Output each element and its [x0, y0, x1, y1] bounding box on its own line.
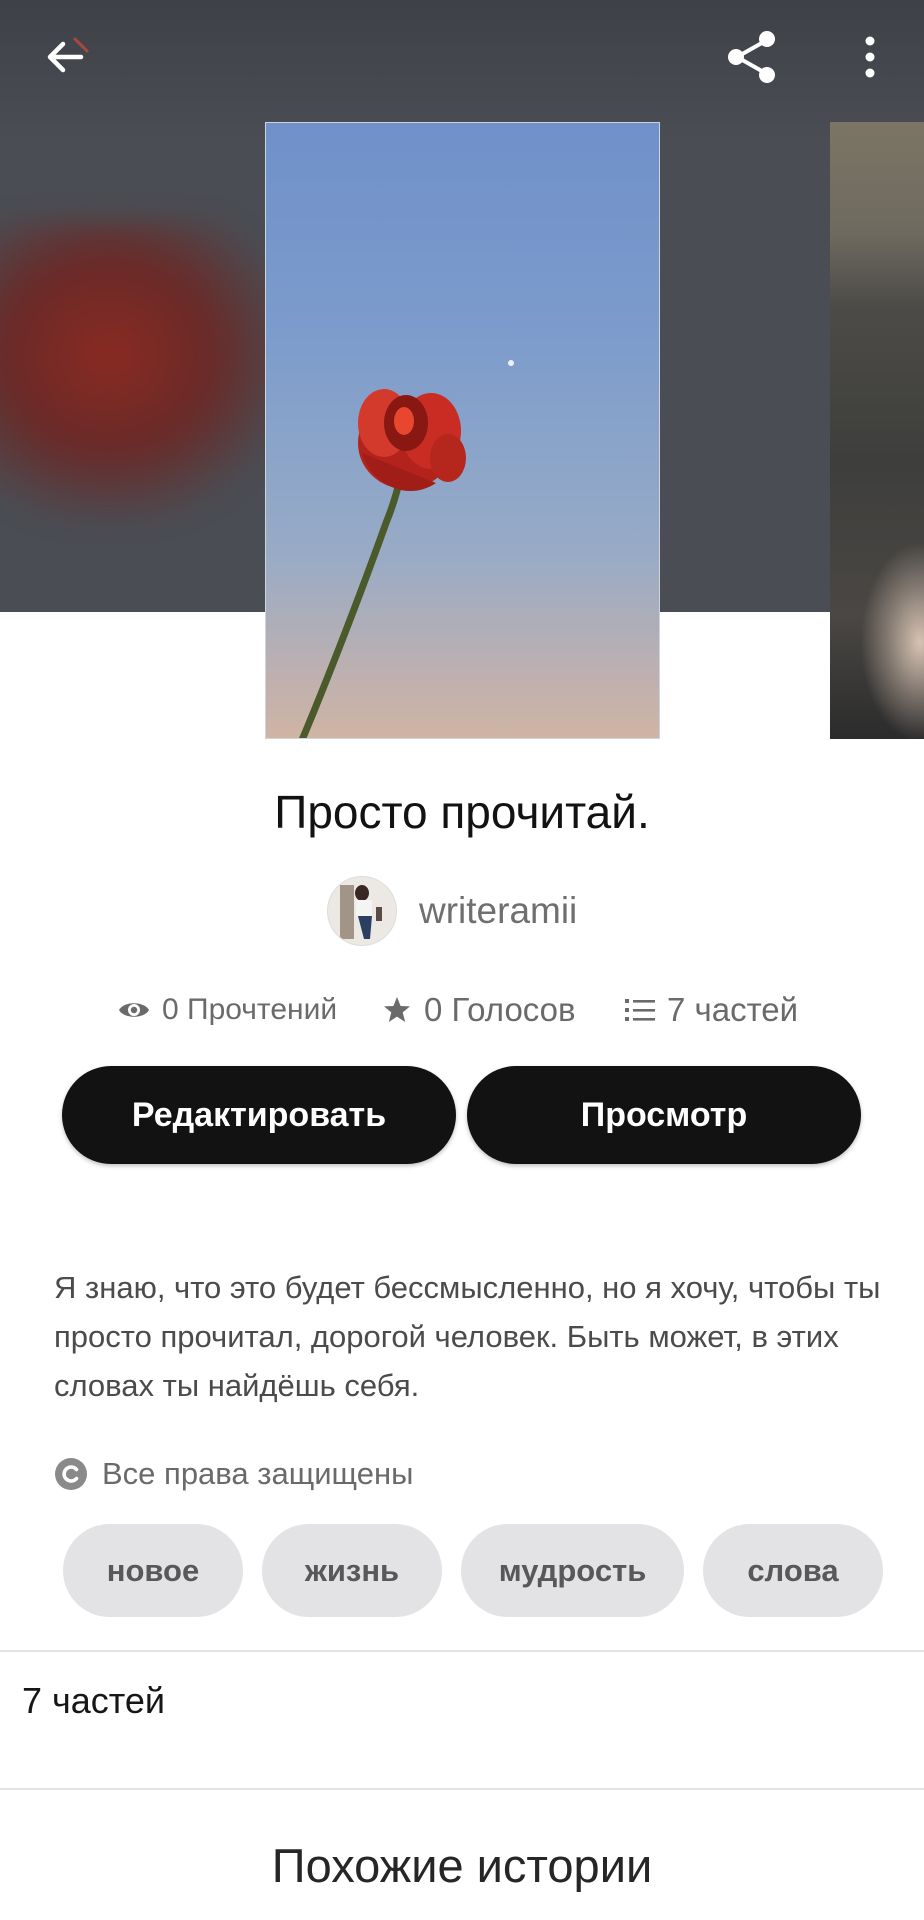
- tag-chip[interactable]: новое: [63, 1524, 243, 1617]
- author-name: writeramii: [419, 890, 578, 931]
- votes-count: 0 Голосов: [424, 991, 576, 1028]
- parts-section-label: 7 частей: [22, 1680, 166, 1721]
- votes-stat: 0 Голосов: [382, 985, 576, 1035]
- reads-stat: 0 Прочтений: [118, 985, 337, 1035]
- more-options-button[interactable]: [840, 22, 900, 96]
- back-button[interactable]: [28, 22, 102, 96]
- copyright-text: Все права защищены: [102, 1456, 414, 1491]
- similar-stories-heading: Похожие истории: [271, 1839, 653, 1892]
- tag-list: новое жизнь мудрость слова: [63, 1524, 902, 1617]
- tag-chip[interactable]: слова: [703, 1524, 883, 1617]
- story-stats: 0 Прочтений 0 Голосов 7 частей: [0, 985, 924, 1035]
- parts-stat: 7 частей: [625, 985, 798, 1035]
- avatar: [327, 876, 397, 946]
- next-story-cover[interactable]: [830, 122, 924, 739]
- eye-icon: [118, 999, 150, 1021]
- parts-count: 7 частей: [667, 991, 799, 1028]
- copyright-notice: Все права защищены: [54, 1452, 413, 1496]
- top-bar: [0, 0, 924, 120]
- list-icon: [625, 997, 655, 1023]
- parts-section[interactable]: 7 частей: [0, 1652, 924, 1788]
- arrow-left-icon: [41, 33, 89, 86]
- story-description: Я знаю, что это будет бессмысленно, но я…: [54, 1270, 881, 1403]
- reads-count: 0 Прочтений: [162, 993, 338, 1026]
- tag-chip[interactable]: жизнь: [262, 1524, 442, 1617]
- copyright-icon: [54, 1457, 88, 1491]
- author-link[interactable]: writeramii: [327, 876, 577, 946]
- share-icon: [723, 28, 781, 91]
- star-icon: [382, 995, 412, 1025]
- story-cover[interactable]: [265, 122, 660, 739]
- story-title: Просто прочитай.: [274, 786, 650, 838]
- share-button[interactable]: [712, 22, 792, 96]
- blurred-backdrop-image: [0, 220, 290, 520]
- edit-button[interactable]: Редактировать: [62, 1066, 456, 1164]
- more-vertical-icon: [863, 35, 877, 84]
- preview-button[interactable]: Просмотр: [467, 1066, 861, 1164]
- tag-chip[interactable]: мудрость: [461, 1524, 684, 1617]
- divider: [0, 1788, 924, 1790]
